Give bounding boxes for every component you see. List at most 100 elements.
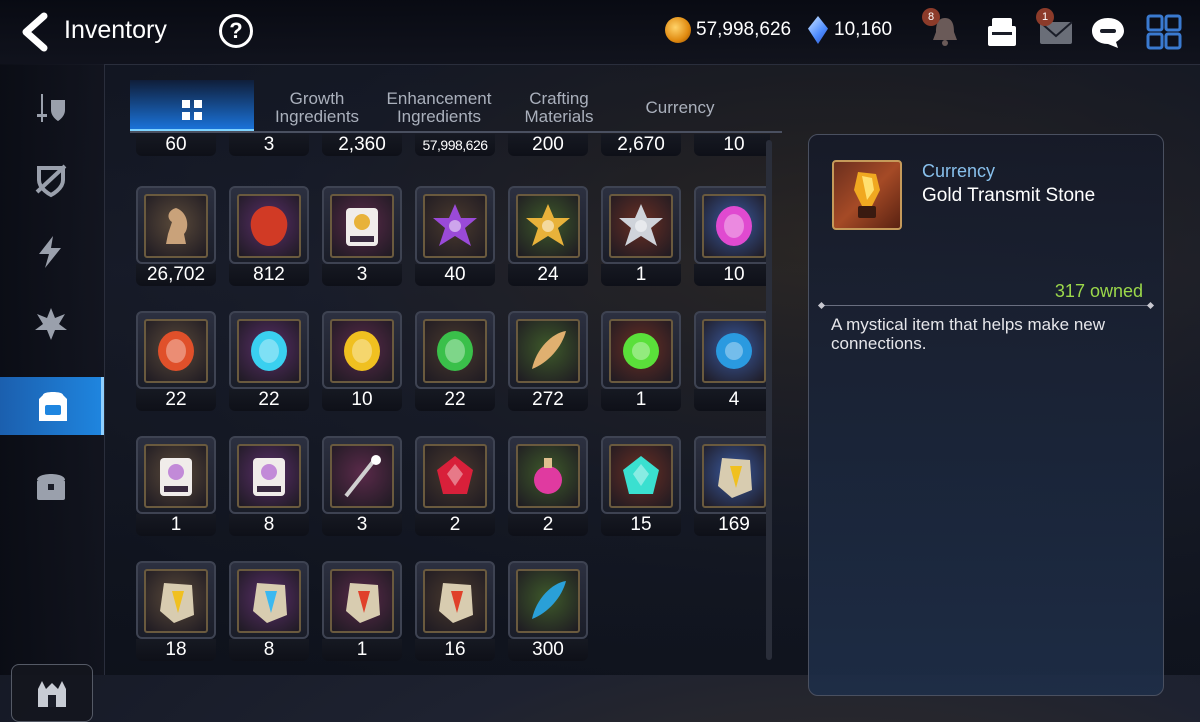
item-slot — [136, 561, 216, 639]
item-slot — [322, 436, 402, 514]
inventory-item[interactable]: 8 — [229, 436, 309, 536]
sidebar-item-memory[interactable] — [0, 294, 104, 352]
item-slot — [415, 436, 495, 514]
inventory-item[interactable]: 26,702 — [136, 186, 216, 286]
sidebar-item-catalysts[interactable] — [0, 222, 104, 280]
inventory-item-partial[interactable]: 200 — [508, 134, 588, 156]
item-frame — [516, 194, 580, 258]
item-slot — [601, 186, 681, 264]
inventory-item[interactable]: 24 — [508, 186, 588, 286]
sidebar-item-inventory[interactable] — [0, 377, 104, 435]
top-bar: Inventory ? 57,998,626 10,160 8 1 — [0, 0, 1200, 65]
guild-button[interactable] — [11, 664, 93, 722]
inventory-item-partial[interactable]: 2,670 — [601, 134, 681, 156]
item-slot — [694, 311, 770, 389]
inventory-item[interactable]: 18 — [136, 561, 216, 661]
item-slot — [136, 311, 216, 389]
inventory-item[interactable]: 22 — [136, 311, 216, 411]
chat-button[interactable] — [1088, 12, 1128, 52]
inventory-item[interactable]: 1 — [136, 436, 216, 536]
inventory-item-partial[interactable]: 2,360 — [322, 134, 402, 156]
inventory-item[interactable]: 300 — [508, 561, 588, 661]
item-slot — [508, 561, 588, 639]
item-quantity: 200 — [508, 134, 588, 156]
inventory-item[interactable]: 16 — [415, 561, 495, 661]
item-slot — [508, 311, 588, 389]
inventory-item[interactable]: 2 — [508, 436, 588, 536]
chest-icon — [37, 474, 65, 500]
sidebar-item-equipment[interactable] — [0, 78, 104, 136]
gold-amount: 57,998,626 — [696, 19, 792, 40]
item-owned-count: 317 owned — [1054, 281, 1143, 301]
inventory-item[interactable]: 10 — [322, 311, 402, 411]
help-button[interactable]: ? — [219, 14, 253, 48]
inventory-item-partial[interactable]: 60 — [136, 134, 216, 156]
event-button[interactable] — [982, 12, 1022, 52]
item-quantity: 1 — [322, 639, 402, 661]
castle-icon — [38, 681, 66, 707]
inventory-item[interactable]: 2 — [415, 436, 495, 536]
item-frame — [702, 444, 766, 508]
item-frame — [144, 444, 208, 508]
item-frame — [330, 194, 394, 258]
inventory-item[interactable]: 3 — [322, 186, 402, 286]
inventory-item[interactable]: 8 — [229, 561, 309, 661]
item-slot — [601, 311, 681, 389]
menu-button[interactable] — [1144, 12, 1184, 52]
sidebar-item-storage[interactable] — [0, 456, 104, 514]
lightning-icon — [39, 236, 61, 268]
item-slot — [322, 311, 402, 389]
inventory-item[interactable]: 1 — [601, 186, 681, 286]
inventory-item-partial[interactable]: 57,998,626 — [415, 134, 495, 156]
item-quantity: 60 — [136, 134, 216, 156]
tab-all[interactable] — [130, 80, 254, 132]
item-quantity: 22 — [136, 389, 216, 411]
inventory-item[interactable]: 22 — [229, 311, 309, 411]
item-quantity: 2,670 — [601, 134, 681, 156]
inventory-item[interactable]: 3 — [322, 436, 402, 536]
item-slot — [415, 186, 495, 264]
inventory-item[interactable]: 1 — [601, 311, 681, 411]
inventory-item-partial[interactable]: 3 — [229, 134, 309, 156]
inventory-item[interactable]: 1 — [322, 561, 402, 661]
item-category: Currency — [922, 161, 996, 181]
sidebar-item-artifacts[interactable] — [0, 150, 104, 208]
item-quantity: 2,360 — [322, 134, 402, 156]
inventory-item[interactable]: 40 — [415, 186, 495, 286]
item-quantity: 4 — [694, 389, 770, 411]
item-slot — [694, 436, 770, 514]
item-slot — [229, 436, 309, 514]
sidebar — [0, 64, 105, 722]
gold-transmit-stone-icon — [832, 160, 902, 230]
item-frame — [237, 194, 301, 258]
item-quantity: 22 — [229, 389, 309, 411]
item-quantity: 57,998,626 — [415, 134, 495, 156]
crossed-shield-icon — [35, 164, 67, 198]
inventory-item[interactable]: 22 — [415, 311, 495, 411]
inventory-item[interactable]: 4 — [694, 311, 770, 411]
item-grid: 60 3 2,360 57,998,626 200 2,670 10 26,702 812 3 40… — [130, 134, 770, 675]
item-slot — [322, 186, 402, 264]
mail-badge: 1 — [1036, 8, 1054, 26]
crystal-amount: 10,160 — [834, 19, 893, 40]
item-quantity: 3 — [322, 264, 402, 286]
inventory-item-partial[interactable]: 10 — [694, 134, 770, 156]
inventory-item[interactable]: 272 — [508, 311, 588, 411]
inventory-item[interactable]: 10 — [694, 186, 770, 286]
inventory-item[interactable]: 812 — [229, 186, 309, 286]
item-frame — [609, 194, 673, 258]
grid-scrollbar[interactable] — [766, 140, 772, 660]
item-slot — [229, 186, 309, 264]
back-button[interactable] — [18, 12, 54, 52]
item-slot — [136, 436, 216, 514]
item-slot — [229, 561, 309, 639]
item-frame — [423, 319, 487, 383]
inventory-item[interactable]: 169 — [694, 436, 770, 536]
item-quantity: 1 — [601, 389, 681, 411]
inventory-item[interactable]: 15 — [601, 436, 681, 536]
item-frame — [144, 319, 208, 383]
item-frame — [144, 194, 208, 258]
back-arrow-icon — [22, 12, 48, 52]
item-detail-panel: Currency Gold Transmit Stone 317 owned A… — [808, 134, 1164, 696]
item-slot — [229, 311, 309, 389]
